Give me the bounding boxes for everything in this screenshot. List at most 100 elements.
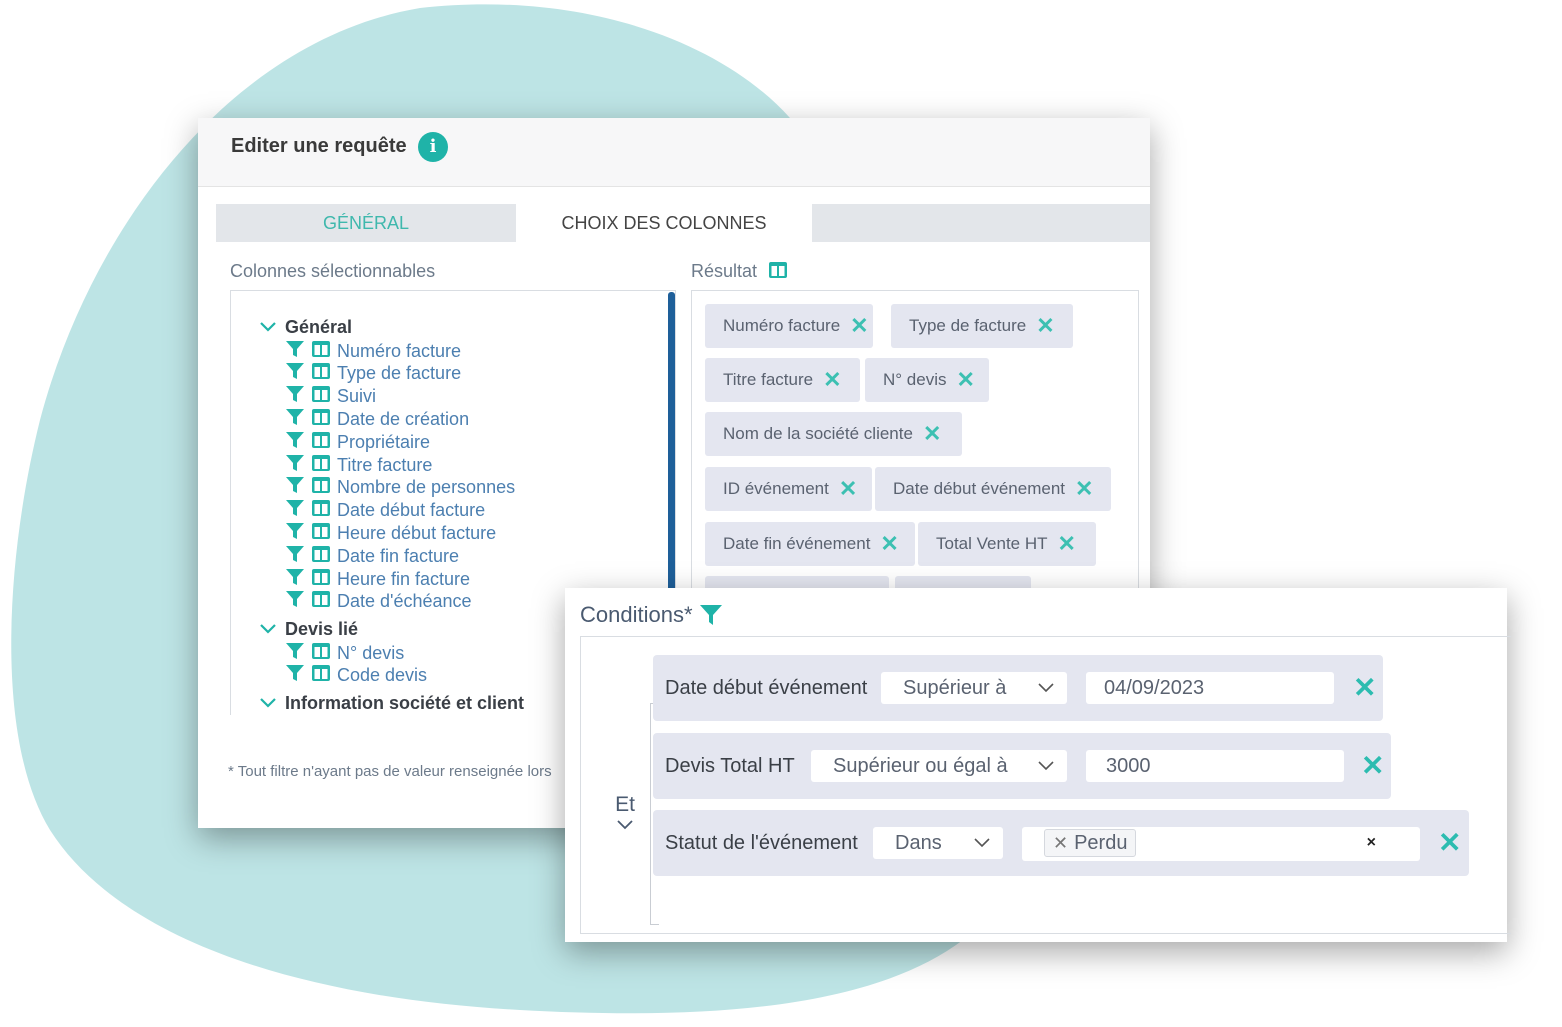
chevron-down-icon <box>1038 761 1054 771</box>
tag-remove-icon[interactable]: ✕ <box>1053 833 1068 853</box>
logical-operator[interactable]: Et <box>613 793 637 817</box>
remove-chip-icon[interactable]: ✕ <box>839 476 857 502</box>
filter-icon[interactable] <box>285 385 305 408</box>
columns-icon[interactable] <box>311 590 331 613</box>
chevron-down-icon[interactable] <box>259 693 277 714</box>
tree-item[interactable]: Titre facture <box>285 454 432 476</box>
tree-item-label: Numéro facture <box>337 340 462 361</box>
comparator-value: Supérieur à <box>903 677 1007 699</box>
tree-item[interactable]: Heure fin facture <box>285 568 470 590</box>
tree-item[interactable]: Date d'échéance <box>285 591 472 613</box>
tree-item[interactable]: Code devis <box>285 665 427 687</box>
tree-group-label: Général <box>285 317 353 337</box>
comparator-select[interactable]: Supérieur ou égal à <box>811 750 1067 782</box>
chip-label: ID événement <box>723 479 829 498</box>
columns-icon[interactable] <box>311 454 331 477</box>
tree-item[interactable]: Propriétaire <box>285 431 430 453</box>
tab-general[interactable]: GÉNÉRAL <box>216 204 516 242</box>
filter-icon[interactable] <box>285 545 305 568</box>
tree-item[interactable]: Date de création <box>285 408 469 430</box>
tree-item-label: Type de facture <box>337 363 462 384</box>
tab-column-choice[interactable]: CHOIX DES COLONNES <box>516 204 812 242</box>
columns-icon[interactable] <box>311 340 331 363</box>
filter-icon[interactable] <box>285 664 305 687</box>
comparator-select[interactable]: Supérieur à <box>881 672 1067 704</box>
tree-item-label: Date fin facture <box>337 545 460 566</box>
value-input[interactable]: 3000 <box>1086 750 1344 782</box>
chevron-down-icon[interactable] <box>259 317 277 338</box>
tree-item-label: Date d'échéance <box>337 591 472 612</box>
columns-icon[interactable] <box>311 545 331 568</box>
tree-group-label: Devis lié <box>285 619 359 639</box>
filter-icon[interactable] <box>285 522 305 545</box>
filter-icon[interactable] <box>285 568 305 591</box>
tree-item-label: Heure début facture <box>337 522 497 543</box>
remove-chip-icon[interactable]: ✕ <box>1058 531 1076 557</box>
filter-icon[interactable] <box>285 340 305 363</box>
tree-scrollbar[interactable] <box>668 292 675 592</box>
info-icon[interactable]: i <box>418 132 448 162</box>
filter-icon[interactable] <box>285 431 305 454</box>
tree-item-label: Date de création <box>337 408 470 429</box>
columns-icon[interactable] <box>311 408 331 431</box>
tree-item[interactable]: Date fin facture <box>285 545 459 567</box>
result-label-text: Résultat <box>691 261 758 281</box>
chevron-down-icon[interactable] <box>259 619 277 640</box>
result-chip: Type de facture ✕ <box>891 304 1073 348</box>
columns-icon[interactable] <box>311 499 331 522</box>
remove-chip-icon[interactable]: ✕ <box>850 313 868 339</box>
filter-icon[interactable] <box>285 454 305 477</box>
tree-item[interactable]: Numéro facture <box>285 340 461 362</box>
condition-field: Date début événement <box>665 677 868 699</box>
tree-group[interactable]: Général <box>259 317 352 338</box>
remove-chip-icon[interactable]: ✕ <box>823 367 841 393</box>
filter-icon[interactable] <box>285 408 305 431</box>
chip-label: Date fin événement <box>723 534 871 553</box>
condition-row: Statut de l'événement Dans ✕ Perdu × ✕ <box>653 810 1469 876</box>
filter-icon[interactable] <box>285 362 305 385</box>
columns-icon[interactable] <box>311 642 331 665</box>
tree-item[interactable]: Date début facture <box>285 500 485 522</box>
filter-icon[interactable] <box>285 642 305 665</box>
result-chip: Nom de la société cliente ✕ <box>705 412 962 456</box>
filter-icon[interactable] <box>285 476 305 499</box>
columns-icon[interactable] <box>311 431 331 454</box>
tree-item-label: Propriétaire <box>337 431 431 452</box>
columns-icon[interactable] <box>311 522 331 545</box>
multi-select-input[interactable]: ✕ Perdu × <box>1022 827 1420 861</box>
columns-icon[interactable] <box>311 664 331 687</box>
conditions-title: Conditions* <box>580 602 729 628</box>
remove-chip-icon[interactable]: ✕ <box>1036 313 1054 339</box>
chevron-down-icon <box>1038 683 1054 693</box>
tree-item[interactable]: Type de facture <box>285 363 461 385</box>
tree-group[interactable]: Devis lié <box>259 619 358 640</box>
remove-condition-button[interactable]: ✕ <box>1353 669 1376 707</box>
tree-item[interactable]: Suivi <box>285 386 376 408</box>
columns-icon[interactable] <box>311 568 331 591</box>
clear-selection-icon[interactable]: × <box>1367 827 1376 859</box>
remove-condition-button[interactable]: ✕ <box>1438 824 1461 862</box>
comparator-select[interactable]: Dans <box>873 827 1003 859</box>
result-chip-area: Numéro facture ✕ Type de facture ✕ Titre fac… <box>691 290 1139 620</box>
chevron-down-icon <box>974 838 990 848</box>
remove-chip-icon[interactable]: ✕ <box>880 531 898 557</box>
tree-item[interactable]: N° devis <box>285 642 404 664</box>
tree-group[interactable]: Information société et client <box>259 693 524 714</box>
columns-icon[interactable] <box>311 362 331 385</box>
comparator-value: Dans <box>895 832 942 854</box>
comparator-value: Supérieur ou égal à <box>833 755 1008 777</box>
condition-row: Devis Total HT Supérieur ou égal à 3000 … <box>653 733 1391 799</box>
tree-item[interactable]: Heure début facture <box>285 522 496 544</box>
filter-icon[interactable] <box>285 499 305 522</box>
filter-icon[interactable] <box>285 590 305 613</box>
remove-chip-icon[interactable]: ✕ <box>1075 476 1093 502</box>
remove-chip-icon[interactable]: ✕ <box>956 367 974 393</box>
value-input[interactable]: 04/09/2023 <box>1086 672 1334 704</box>
columns-icon[interactable] <box>311 385 331 408</box>
columns-icon[interactable] <box>311 476 331 499</box>
chevron-down-icon[interactable] <box>616 819 634 831</box>
result-chip: ID événement ✕ <box>705 467 872 511</box>
remove-chip-icon[interactable]: ✕ <box>923 421 941 447</box>
remove-condition-button[interactable]: ✕ <box>1361 747 1384 785</box>
tree-item[interactable]: Nombre de personnes <box>285 477 515 499</box>
